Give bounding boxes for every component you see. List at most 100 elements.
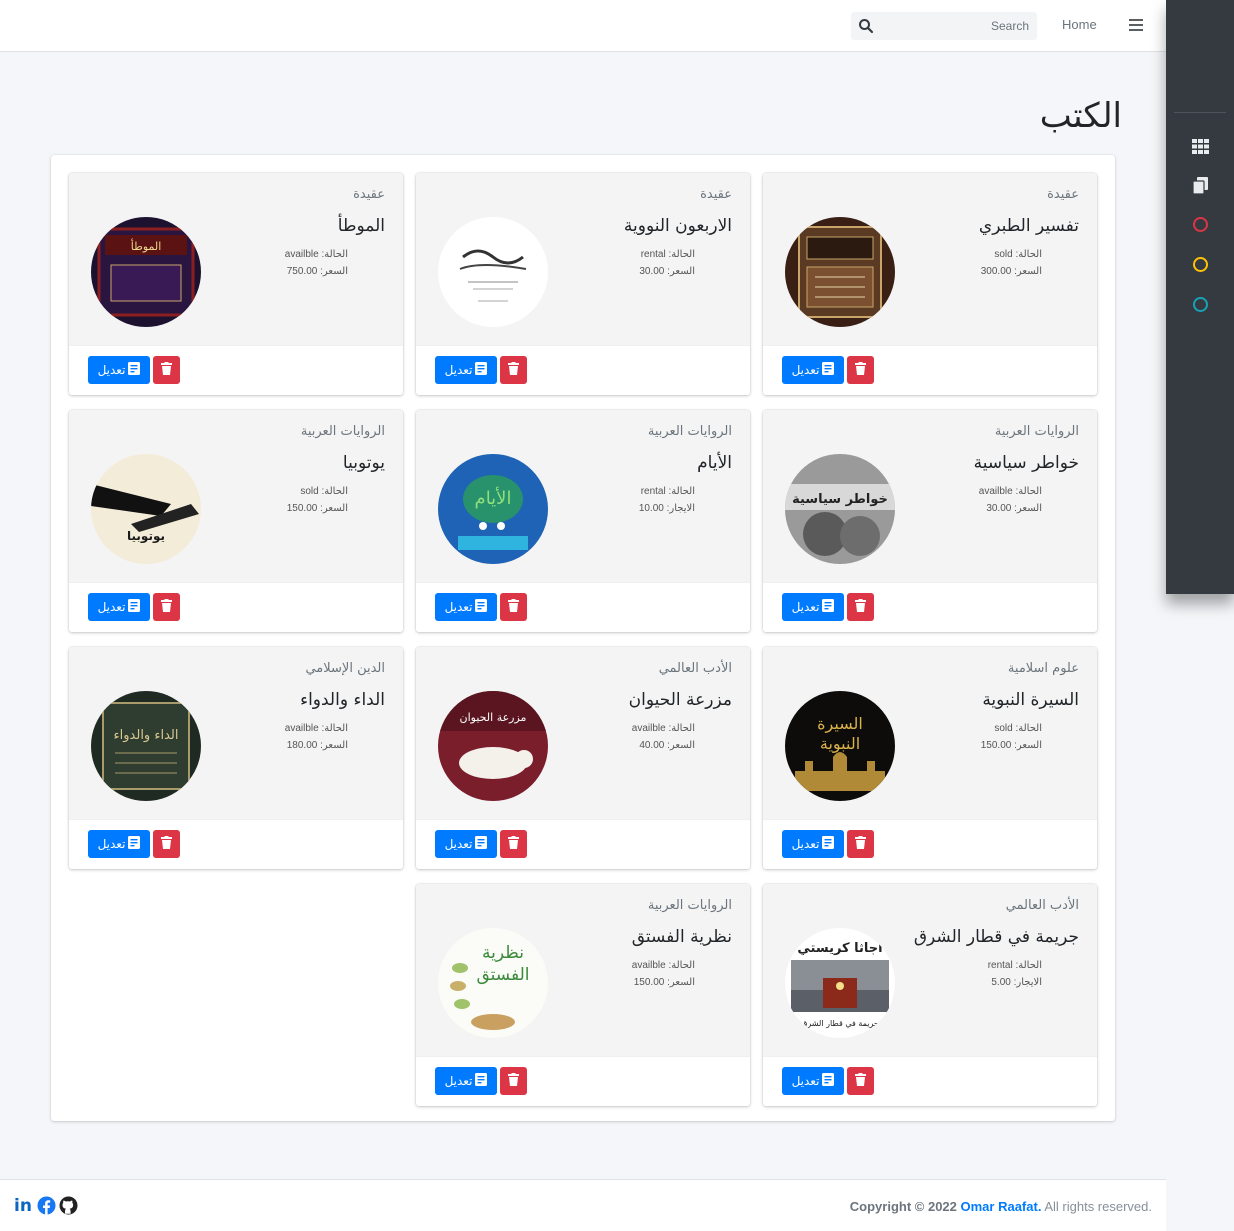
circle-icon-red[interactable] [1190,214,1210,234]
book-category: الروايات العربية [300,424,385,439]
svg-text:خواطر سياسية: خواطر سياسية [792,492,888,507]
book-status: الحالة: sold [994,249,1042,260]
circle-icon-teal[interactable] [1190,294,1210,314]
delete-button[interactable] [500,830,527,858]
edit-button[interactable]: تعديل [88,593,150,621]
delete-button[interactable] [500,356,527,384]
book-card-footer: تعديل [416,1056,750,1106]
edit-button-label: تعديل [791,1074,820,1088]
book-title: تفسير الطبري [978,216,1079,236]
book-icon [475,1073,488,1089]
search-input[interactable] [889,12,1029,40]
book-title: الداء والدواء [300,690,385,710]
copy-icon[interactable] [1190,175,1210,195]
book-price: السعر: 300.00 [980,266,1042,277]
book-status: الحالة: sold [994,723,1042,734]
book-card: الروايات العربية الأيام الحالة: rental الاي… [416,410,750,632]
book-category: علوم اسلامية [1007,661,1079,676]
github-icon[interactable] [58,1195,78,1215]
book-card-body: الروايات العربية الأيام الحالة: rental الاي… [416,410,750,582]
delete-button[interactable] [847,593,874,621]
svg-text:يوتوبيا: يوتوبيا [127,529,165,544]
control-sidebar [1166,0,1234,594]
book-card: عقيدة الموطأ الحالة: availble السعر: 750.00… [69,173,403,395]
circle-icon-yellow[interactable] [1190,254,1210,274]
delete-button[interactable] [847,356,874,384]
svg-text:النبوية: النبوية [820,734,860,754]
book-icon [822,599,835,615]
nav-home-link[interactable]: Home [1062,17,1097,32]
trash-icon [855,1073,866,1089]
book-card-footer: تعديل [416,582,750,632]
book-card-footer: تعديل [763,819,1097,869]
edit-button[interactable]: تعديل [435,1067,497,1095]
author-link[interactable]: Omar Raafat. [961,1199,1042,1214]
svg-text:أجاثا كريستي: أجاثا كريستي [797,939,882,956]
book-status: الحالة: availble [284,723,348,734]
edit-button-label: تعديل [791,837,820,851]
edit-button[interactable]: تعديل [435,593,497,621]
book-card: الروايات العربية خواطر سياسية الحالة: avai… [763,410,1097,632]
book-icon [128,599,141,615]
delete-button[interactable] [500,1067,527,1095]
facebook-icon[interactable] [36,1195,56,1215]
book-cover-image: يوتوبيا [91,454,201,564]
search-icon[interactable] [858,18,874,34]
book-status: الحالة: availble [978,486,1042,497]
book-category: عقيدة [700,187,732,202]
delete-button[interactable] [847,830,874,858]
edit-button[interactable]: تعديل [88,830,150,858]
svg-text:in: in [14,1196,32,1214]
trash-icon [508,362,519,378]
svg-text:الفستق: الفستق [477,965,530,985]
edit-button-label: تعديل [444,600,473,614]
book-status: الحالة: availble [284,249,348,260]
book-category: الأدب العالمي [1005,898,1079,913]
copyright-text: Copyright © 2022 Omar Raafat. All rights… [850,1199,1152,1214]
delete-button[interactable] [153,356,180,384]
book-cover-image: الداء والدواء [91,691,201,801]
edit-button[interactable]: تعديل [435,830,497,858]
edit-button[interactable]: تعديل [782,1067,844,1095]
book-title: مزرعة الحيوان [628,690,732,710]
book-card-body: الروايات العربية يوتوبيا الحالة: sold السعر… [69,410,403,582]
book-status: الحالة: rental [640,249,695,260]
book-category: الروايات العربية [647,898,732,913]
grid-icon[interactable] [1190,136,1210,156]
book-price: السعر: 750.00 [286,266,348,277]
edit-button[interactable]: تعديل [782,830,844,858]
trash-icon [508,599,519,615]
book-card: عقيدة تفسير الطبري الحالة: sold السعر: 300.… [763,173,1097,395]
book-title: الاربعون النووية [623,216,732,236]
book-title: السيرة النبوية [982,690,1079,710]
trash-icon [161,599,172,615]
edit-button[interactable]: تعديل [782,356,844,384]
book-price: السعر: 30.00 [986,503,1042,514]
delete-button[interactable] [500,593,527,621]
book-icon [475,362,488,378]
book-icon [822,836,835,852]
trash-icon [855,836,866,852]
book-card-body: عقيدة تفسير الطبري الحالة: sold السعر: 300.… [763,173,1097,345]
edit-button[interactable]: تعديل [435,356,497,384]
edit-button[interactable]: تعديل [88,356,150,384]
menu-toggle-icon[interactable] [1129,16,1147,36]
linkedin-icon[interactable]: in [14,1195,34,1215]
edit-button-label: تعديل [97,363,126,377]
edit-button-label: تعديل [444,837,473,851]
edit-button-label: تعديل [97,600,126,614]
book-card-body: عقيدة الاربعون النووية الحالة: rental السعر… [416,173,750,345]
book-card: علوم اسلامية السيرة النبوية الحالة: sold ال… [763,647,1097,869]
trash-icon [508,1073,519,1089]
edit-button[interactable]: تعديل [782,593,844,621]
delete-button[interactable] [153,593,180,621]
delete-button[interactable] [153,830,180,858]
svg-text:مزرعة الحيوان: مزرعة الحيوان [460,711,527,724]
book-cover-image [438,217,548,327]
svg-text:الأيام: الأيام [475,487,512,509]
book-card-footer: تعديل [763,582,1097,632]
book-title: نظرية الفستق [631,927,732,947]
book-card: الأدب العالمي مزرعة الحيوان الحالة: availb… [416,647,750,869]
book-cover-image: السيرة النبوية [785,691,895,801]
delete-button[interactable] [847,1067,874,1095]
